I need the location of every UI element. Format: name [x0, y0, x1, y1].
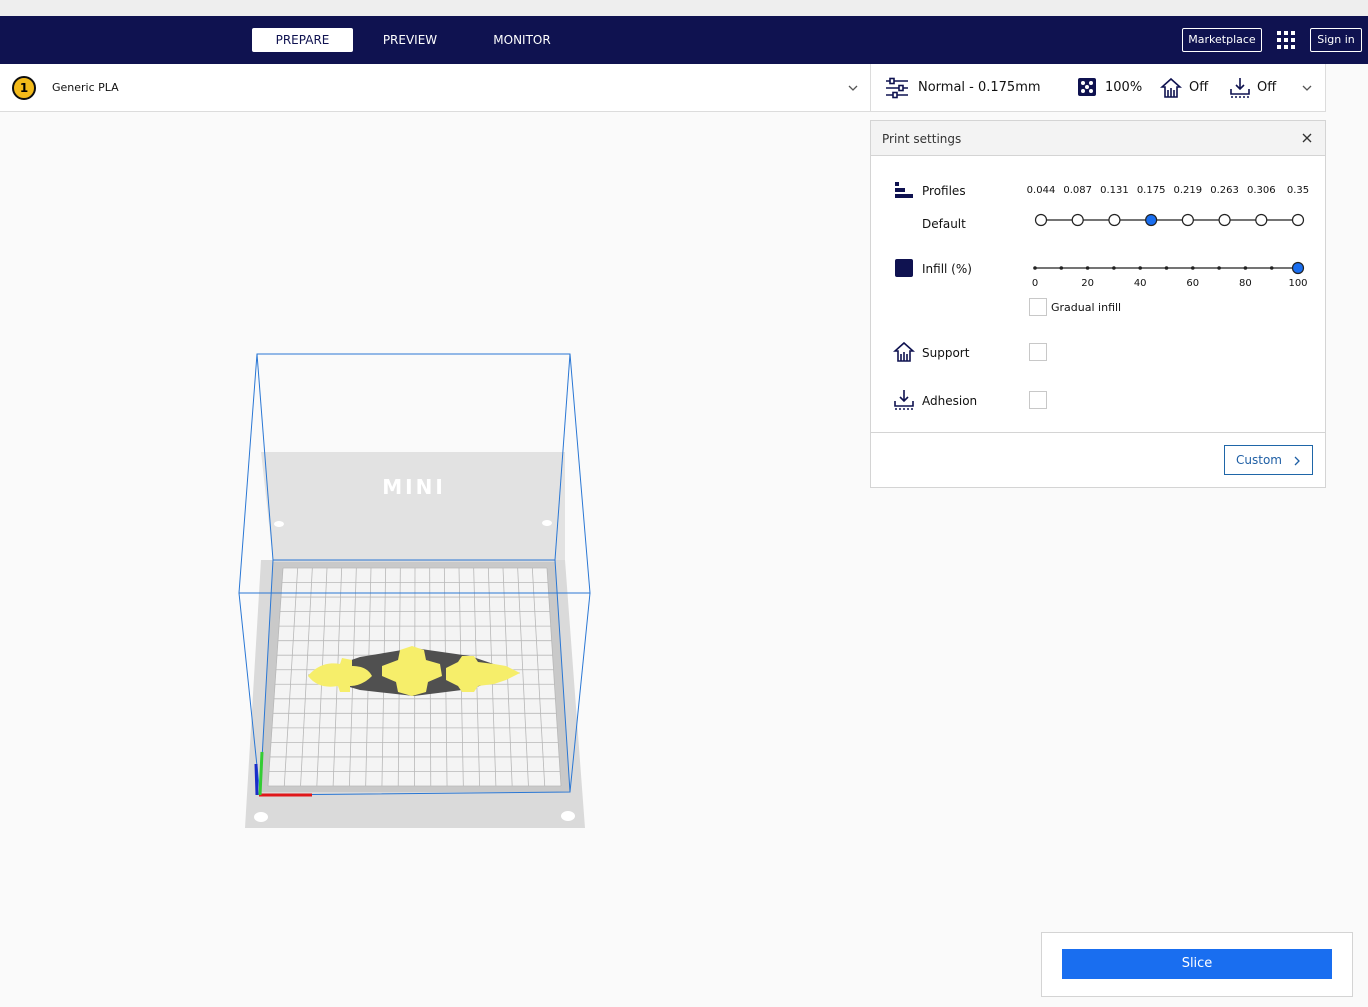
adhesion-checkbox[interactable] [1029, 391, 1047, 409]
layer-height-label: 0.219 [1173, 185, 1203, 196]
infill-tick-label: 20 [1081, 278, 1094, 289]
layer-height-label: 0.175 [1136, 185, 1166, 196]
profiles-icon [895, 182, 913, 198]
layer-height-stop[interactable] [1218, 213, 1231, 227]
infill-tick [1243, 266, 1248, 270]
close-icon[interactable] [1301, 132, 1313, 144]
infill-tick-label: 100 [1288, 278, 1308, 289]
gradual-infill-checkbox[interactable] [1029, 298, 1047, 316]
profile-summary: Normal - 0.175mm [918, 80, 1041, 95]
infill-tick-label: 80 [1239, 278, 1252, 289]
layer-height-stop[interactable] [1145, 213, 1158, 227]
infill-summary: 100% [1105, 80, 1143, 95]
printer-back-plate [261, 452, 565, 560]
infill-tick-label: 40 [1133, 278, 1147, 289]
layer-height-stop[interactable] [1071, 213, 1084, 227]
print-settings-summary-bar[interactable]: Normal - 0.175mm 100% Off Off [871, 64, 1326, 112]
layer-height-label: 0.131 [1100, 185, 1129, 196]
infill-icon [895, 259, 913, 277]
profiles-label: Profiles [922, 184, 966, 198]
chevron-down-icon [1302, 85, 1312, 91]
layer-height-label: 0.087 [1063, 185, 1093, 196]
adhesion-icon [894, 390, 914, 410]
print-settings-panel: Print settings Profiles Default 0.044 0.0… [870, 120, 1326, 488]
mount-hole [274, 521, 284, 527]
layer-height-stop[interactable] [1181, 213, 1194, 227]
chevron-down-icon [848, 85, 858, 91]
layer-height-slider[interactable] [1029, 209, 1311, 231]
infill-tick [1085, 266, 1090, 270]
adhesion-icon [1230, 78, 1250, 98]
infill-icon [1078, 78, 1096, 96]
panel-divider [871, 432, 1325, 433]
tab-prepare[interactable]: PREPARE [252, 28, 353, 52]
infill-tick [1112, 266, 1116, 270]
sign-in-button[interactable]: Sign in [1310, 28, 1362, 52]
material-name: Generic PLA [52, 81, 119, 94]
custom-settings-button[interactable]: Custom [1224, 445, 1313, 475]
3d-viewport[interactable]: MINI [230, 340, 610, 840]
mount-hole [561, 811, 575, 821]
infill-tick [1217, 266, 1221, 270]
infill-tick [1033, 266, 1037, 270]
layer-height-stop[interactable] [1034, 213, 1048, 227]
support-summary: Off [1189, 80, 1209, 95]
infill-slider[interactable] [1029, 258, 1311, 278]
custom-settings-label: Custom [1236, 453, 1282, 467]
layer-height-stop[interactable] [1108, 213, 1121, 227]
printer-logo: MINI [382, 475, 446, 499]
adhesion-label: Adhesion [922, 394, 978, 408]
layer-height-stop[interactable] [1291, 213, 1305, 227]
support-icon [893, 341, 915, 362]
mount-hole [254, 812, 268, 822]
settings-sliders-icon [886, 77, 908, 99]
top-navigation-bar: PREPARE PREVIEW MONITOR Marketplace Sign… [0, 16, 1368, 64]
support-label: Support [922, 346, 970, 360]
layer-height-label: 0.35 [1286, 185, 1310, 196]
layer-height-label: 0.263 [1210, 185, 1239, 196]
infill-label: Infill (%) [922, 262, 972, 276]
infill-tick-label: 60 [1186, 278, 1200, 289]
marketplace-button[interactable]: Marketplace [1182, 28, 1262, 52]
infill-tick [1269, 266, 1274, 270]
support-icon [1160, 77, 1182, 98]
infill-tick [1138, 266, 1142, 270]
tab-monitor[interactable]: MONITOR [482, 28, 562, 52]
apps-grid-icon[interactable] [1276, 30, 1296, 50]
profile-name: Default [922, 217, 966, 231]
infill-tick [1164, 266, 1169, 270]
support-checkbox[interactable] [1029, 343, 1047, 361]
layer-height-stop[interactable] [1255, 213, 1268, 227]
layer-height-label: 0.044 [1026, 185, 1056, 196]
tab-preview[interactable]: PREVIEW [372, 28, 448, 52]
panel-title: Print settings [882, 132, 962, 146]
infill-tick [1059, 266, 1064, 270]
adhesion-summary: Off [1257, 80, 1277, 95]
mount-hole [542, 520, 552, 526]
slice-button[interactable]: Slice [1062, 949, 1332, 979]
infill-tick-label: 0 [1031, 278, 1039, 289]
infill-tick [1191, 266, 1195, 270]
gradual-infill-label: Gradual infill [1051, 301, 1122, 314]
extruder-badge: 1 [12, 76, 36, 100]
chevron-right-icon [1294, 456, 1300, 466]
layer-height-label: 0.306 [1246, 185, 1276, 196]
material-selector[interactable]: 1 Generic PLA [0, 64, 871, 112]
print-settings-header: Print settings [871, 121, 1325, 156]
window-title-strip [0, 0, 1368, 16]
slice-panel: Slice [1041, 932, 1353, 997]
infill-slider-handle[interactable] [1291, 261, 1305, 275]
